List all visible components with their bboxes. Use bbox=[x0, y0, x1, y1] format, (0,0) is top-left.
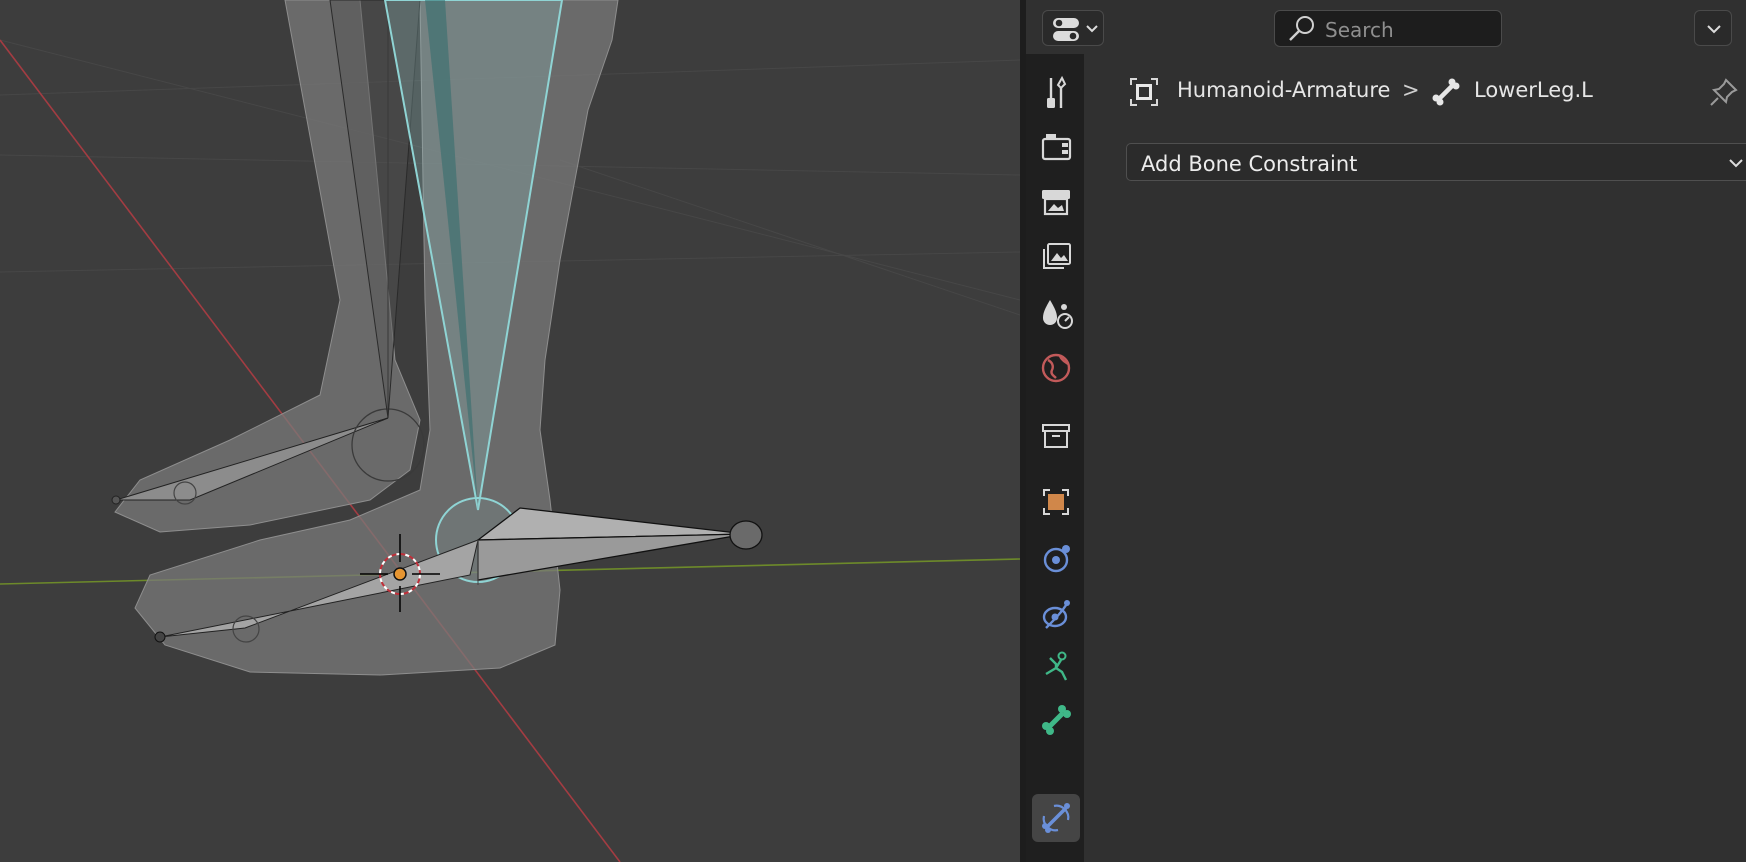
bone-icon bbox=[1432, 78, 1460, 106]
chevron-down-icon bbox=[1729, 159, 1743, 168]
object-name: Humanoid-Armature bbox=[1177, 78, 1391, 102]
add-bone-constraint-dropdown[interactable]: Add Bone Constraint bbox=[1126, 143, 1746, 181]
tab-world[interactable] bbox=[1032, 344, 1080, 392]
tab-object[interactable] bbox=[1032, 478, 1080, 526]
editor-type-selector[interactable] bbox=[1042, 10, 1104, 46]
properties-content: Humanoid-Armature > LowerLeg.L Add Bone … bbox=[1084, 54, 1746, 862]
search-icon bbox=[1289, 16, 1314, 41]
tab-scene[interactable] bbox=[1032, 290, 1080, 338]
output-icon bbox=[1042, 190, 1070, 216]
chevron-down-icon bbox=[1707, 25, 1721, 34]
search-placeholder: Search bbox=[1325, 18, 1394, 42]
3d-viewport[interactable] bbox=[0, 0, 1020, 862]
tab-modifiers[interactable] bbox=[1032, 534, 1080, 582]
object-origin bbox=[393, 567, 407, 581]
viewport-scene bbox=[0, 0, 1020, 862]
view-layer-icon bbox=[1043, 243, 1071, 269]
bone-constraint-icon bbox=[1042, 803, 1070, 833]
modifier-icon bbox=[1043, 545, 1070, 573]
search-field[interactable]: Search bbox=[1274, 10, 1502, 47]
bone-icon bbox=[1042, 705, 1071, 735]
editor-type-icon bbox=[1053, 18, 1098, 41]
add-bone-constraint-label: Add Bone Constraint bbox=[1141, 152, 1358, 176]
tab-tool[interactable] bbox=[1032, 70, 1080, 118]
properties-tab-strip bbox=[1026, 54, 1084, 862]
breadcrumb: Humanoid-Armature > LowerLeg.L bbox=[1084, 70, 1746, 110]
tab-bone-constraints[interactable] bbox=[1032, 794, 1080, 842]
tab-bone[interactable] bbox=[1032, 696, 1080, 744]
header-options-dropdown[interactable] bbox=[1694, 10, 1732, 46]
object-icon bbox=[1043, 489, 1069, 515]
scene-icon bbox=[1043, 300, 1073, 329]
tool-icon bbox=[1047, 75, 1067, 108]
tab-view-layer[interactable] bbox=[1032, 234, 1080, 282]
world-icon bbox=[1041, 353, 1071, 383]
armature-data-icon bbox=[1045, 651, 1068, 681]
bone-name: LowerLeg.L bbox=[1474, 78, 1593, 102]
tab-render[interactable] bbox=[1032, 122, 1080, 170]
render-icon bbox=[1041, 134, 1072, 161]
physics-icon bbox=[1042, 600, 1070, 629]
tab-output[interactable] bbox=[1032, 178, 1080, 226]
breadcrumb-separator: > bbox=[1402, 78, 1420, 102]
properties-header: Search bbox=[1026, 0, 1746, 55]
collection-icon bbox=[1042, 424, 1070, 448]
properties-editor: Search Humanoid-Armature > LowerLeg.L Ad… bbox=[1026, 0, 1746, 862]
tab-collection[interactable] bbox=[1032, 412, 1080, 460]
pin-icon[interactable] bbox=[1706, 74, 1742, 110]
tab-object-data[interactable] bbox=[1032, 644, 1080, 692]
object-icon bbox=[1130, 78, 1158, 106]
tab-physics[interactable] bbox=[1032, 590, 1080, 638]
